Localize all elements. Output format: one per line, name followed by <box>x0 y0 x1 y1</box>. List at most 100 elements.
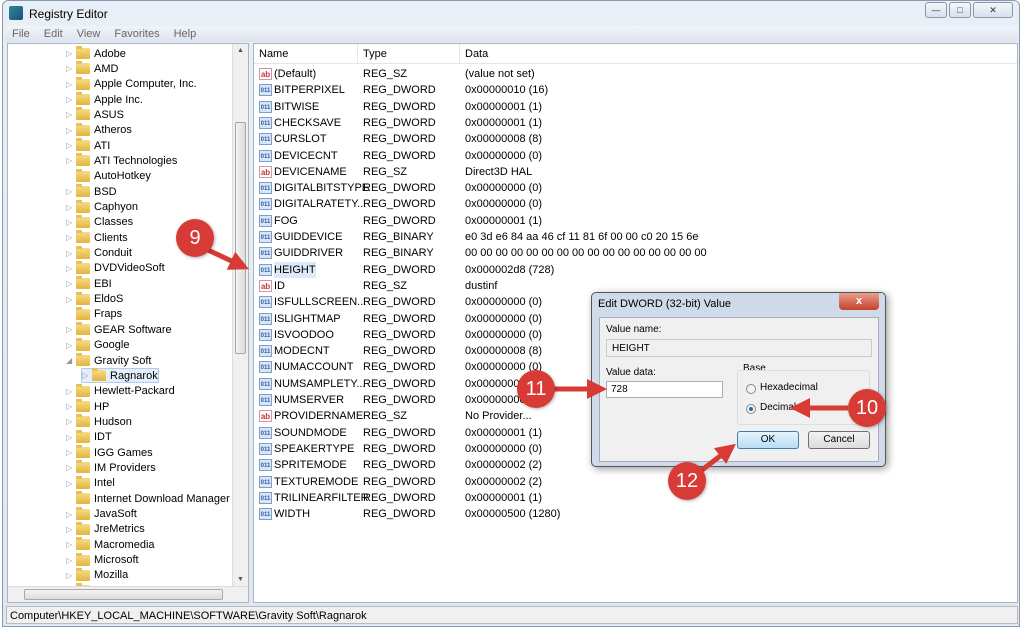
value-row[interactable]: ab (Default) REG_SZ (value not set) <box>254 66 1017 82</box>
tree-item[interactable]: ▷ Conduit <box>66 245 132 261</box>
tree-item[interactable]: ▷ ATI <box>66 138 110 153</box>
value-row[interactable]: 011 DEVICECNT REG_DWORD 0x00000000 (0) <box>254 148 1017 164</box>
expand-arrow-icon[interactable]: ▷ <box>66 433 76 442</box>
expand-arrow-icon[interactable]: ▷ <box>66 556 76 565</box>
value-row[interactable]: 011 CHECKSAVE REG_DWORD 0x00000001 (1) <box>254 115 1017 131</box>
expand-arrow-icon[interactable]: ▷ <box>66 448 76 457</box>
value-row[interactable]: 011 FOG REG_DWORD 0x00000001 (1) <box>254 213 1017 229</box>
expand-arrow-icon[interactable]: ▷ <box>66 49 76 58</box>
maximize-button[interactable]: □ <box>949 2 971 18</box>
expand-arrow-icon[interactable]: ▷ <box>66 479 76 488</box>
value-row[interactable]: 011 CURSLOT REG_DWORD 0x00000008 (8) <box>254 131 1017 147</box>
value-row[interactable]: 011 HEIGHT REG_DWORD 0x000002d8 (728) <box>254 261 1017 278</box>
cancel-button[interactable]: Cancel <box>808 431 870 449</box>
tree-item[interactable]: ▷ Ragnarok <box>81 368 159 384</box>
value-row[interactable]: 011 BITPERPIXEL REG_DWORD 0x00000010 (16) <box>254 82 1017 98</box>
dialog-close-button[interactable]: x <box>839 293 879 310</box>
tree-item[interactable]: ▷ Hudson <box>66 414 132 429</box>
tree-item[interactable]: ▷ EBI <box>66 276 112 291</box>
value-row[interactable]: 011 GUIDDRIVER REG_BINARY 00 00 00 00 00 00… <box>254 245 1017 261</box>
column-data[interactable]: Data <box>460 44 1019 64</box>
hexadecimal-radio[interactable] <box>746 384 756 394</box>
expand-arrow-icon[interactable]: ▷ <box>66 218 76 227</box>
minimize-button[interactable]: — <box>925 2 947 18</box>
column-type[interactable]: Type <box>358 44 460 64</box>
tree-item[interactable]: ▷ IM Providers <box>66 460 156 475</box>
expand-arrow-icon[interactable]: ▷ <box>66 279 76 288</box>
tree-item[interactable]: ▷ Microsoft <box>66 552 139 568</box>
expand-arrow-icon[interactable]: ▷ <box>66 187 76 196</box>
value-row[interactable]: ab DEVICENAME REG_SZ Direct3D HAL <box>254 164 1017 180</box>
tree-item[interactable]: ▷ Macromedia <box>66 537 155 552</box>
expand-arrow-icon[interactable]: ▷ <box>66 295 76 304</box>
tree-item[interactable]: ▷ JavaSoft <box>66 506 137 522</box>
value-row[interactable]: 011 BITWISE REG_DWORD 0x00000001 (1) <box>254 99 1017 115</box>
expand-arrow-icon[interactable]: ▷ <box>66 80 76 89</box>
expand-arrow-icon[interactable]: ▷ <box>66 141 76 150</box>
ok-button[interactable]: OK <box>737 431 799 449</box>
tree-item[interactable]: ▷ Clients <box>66 230 128 245</box>
expanded-arrow-icon[interactable]: ◢ <box>66 356 76 365</box>
menu-favorites[interactable]: Favorites <box>114 26 159 42</box>
tree-horizontal-scrollbar[interactable] <box>8 586 248 602</box>
tree-item[interactable]: ▷ DVDVideoSoft <box>66 260 165 276</box>
tree-item[interactable]: ◢ Gravity Soft <box>66 353 151 368</box>
tree-item[interactable]: Internet Download Manager <box>66 491 230 506</box>
expand-arrow-icon[interactable]: ▷ <box>66 203 76 212</box>
expand-arrow-icon[interactable]: ▷ <box>66 156 76 165</box>
expand-arrow-icon[interactable]: ▷ <box>66 571 76 580</box>
menu-view[interactable]: View <box>77 26 101 42</box>
tree-item[interactable]: ▷ Google <box>66 337 129 353</box>
tree-item[interactable]: ▷ AMD <box>66 61 118 76</box>
expand-arrow-icon[interactable]: ▷ <box>66 110 76 119</box>
value-row[interactable]: 011 WIDTH REG_DWORD 0x00000500 (1280) <box>254 506 1017 522</box>
expand-arrow-icon[interactable]: ▷ <box>66 249 76 258</box>
expand-arrow-icon[interactable]: ▷ <box>66 402 76 411</box>
value-row[interactable]: 011 TRILINEARFILTER REG_DWORD 0x00000001 (1… <box>254 490 1017 506</box>
tree-item[interactable]: ▷ HP <box>66 399 109 414</box>
menu-help[interactable]: Help <box>174 26 197 42</box>
column-name[interactable]: Name <box>254 44 358 64</box>
decimal-radio[interactable] <box>746 404 756 414</box>
expand-arrow-icon[interactable]: ▷ <box>66 510 76 519</box>
scroll-down-icon[interactable]: ▼ <box>233 576 248 583</box>
scroll-thumb[interactable] <box>235 122 246 354</box>
tree-item[interactable]: AutoHotkey <box>66 168 151 184</box>
value-row[interactable]: 011 DIGITALBITSTYPE REG_DWORD 0x00000000 (0… <box>254 180 1017 196</box>
expand-arrow-icon[interactable]: ▷ <box>66 264 76 273</box>
expand-arrow-icon[interactable]: ▷ <box>66 463 76 472</box>
expand-arrow-icon[interactable]: ▷ <box>66 525 76 534</box>
close-button[interactable]: ✕ <box>973 2 1013 18</box>
tree-item[interactable]: ▷ BSD <box>66 184 117 199</box>
tree-item[interactable]: ▷ Adobe <box>66 46 126 61</box>
decimal-label[interactable]: Decimal <box>760 402 796 413</box>
tree-item[interactable]: ▷ GEAR Software <box>66 322 172 337</box>
tree-item[interactable]: ▷ IGG Games <box>66 445 153 460</box>
tree-item[interactable]: ▷ Hewlett-Packard <box>66 383 175 399</box>
tree-item[interactable]: ▷ Apple Computer, Inc. <box>66 76 197 92</box>
expand-arrow-icon[interactable]: ▷ <box>66 233 76 242</box>
tree-item[interactable]: ▷ Classes <box>66 214 133 230</box>
tree-item[interactable]: ▷ ATI Technologies <box>66 153 177 168</box>
tree-item[interactable]: ▷ Atheros <box>66 122 132 138</box>
value-row[interactable]: 011 DIGITALRATETY... REG_DWORD 0x00000000 (… <box>254 196 1017 212</box>
menu-edit[interactable]: Edit <box>44 26 63 42</box>
tree-item[interactable]: ▷ ASUS <box>66 107 124 122</box>
expand-arrow-icon[interactable]: ▷ <box>66 126 76 135</box>
expand-arrow-icon[interactable]: ▷ <box>82 371 92 380</box>
tree-item[interactable]: ▷ EldoS <box>66 291 123 307</box>
tree-item[interactable]: ▷ Intel <box>66 475 115 491</box>
tree-item[interactable]: ▷ JreMetrics <box>66 521 145 537</box>
value-data-input[interactable]: 728 <box>606 381 723 398</box>
tree-vertical-scrollbar[interactable]: ▲ ▼ <box>232 44 248 586</box>
value-row[interactable]: 011 TEXTUREMODE REG_DWORD 0x00000002 (2) <box>254 474 1017 490</box>
tree-item[interactable]: ▷ IDT <box>66 429 112 445</box>
expand-arrow-icon[interactable]: ▷ <box>66 325 76 334</box>
tree-item[interactable]: ▷ Caphyon <box>66 199 138 215</box>
tree-item[interactable]: Fraps <box>66 306 122 322</box>
value-row[interactable]: 011 GUIDDEVICE REG_BINARY e0 3d e6 84 aa 46… <box>254 229 1017 245</box>
expand-arrow-icon[interactable]: ▷ <box>66 64 76 73</box>
expand-arrow-icon[interactable]: ▷ <box>66 387 76 396</box>
expand-arrow-icon[interactable]: ▷ <box>66 417 76 426</box>
hscroll-thumb[interactable] <box>24 589 223 600</box>
